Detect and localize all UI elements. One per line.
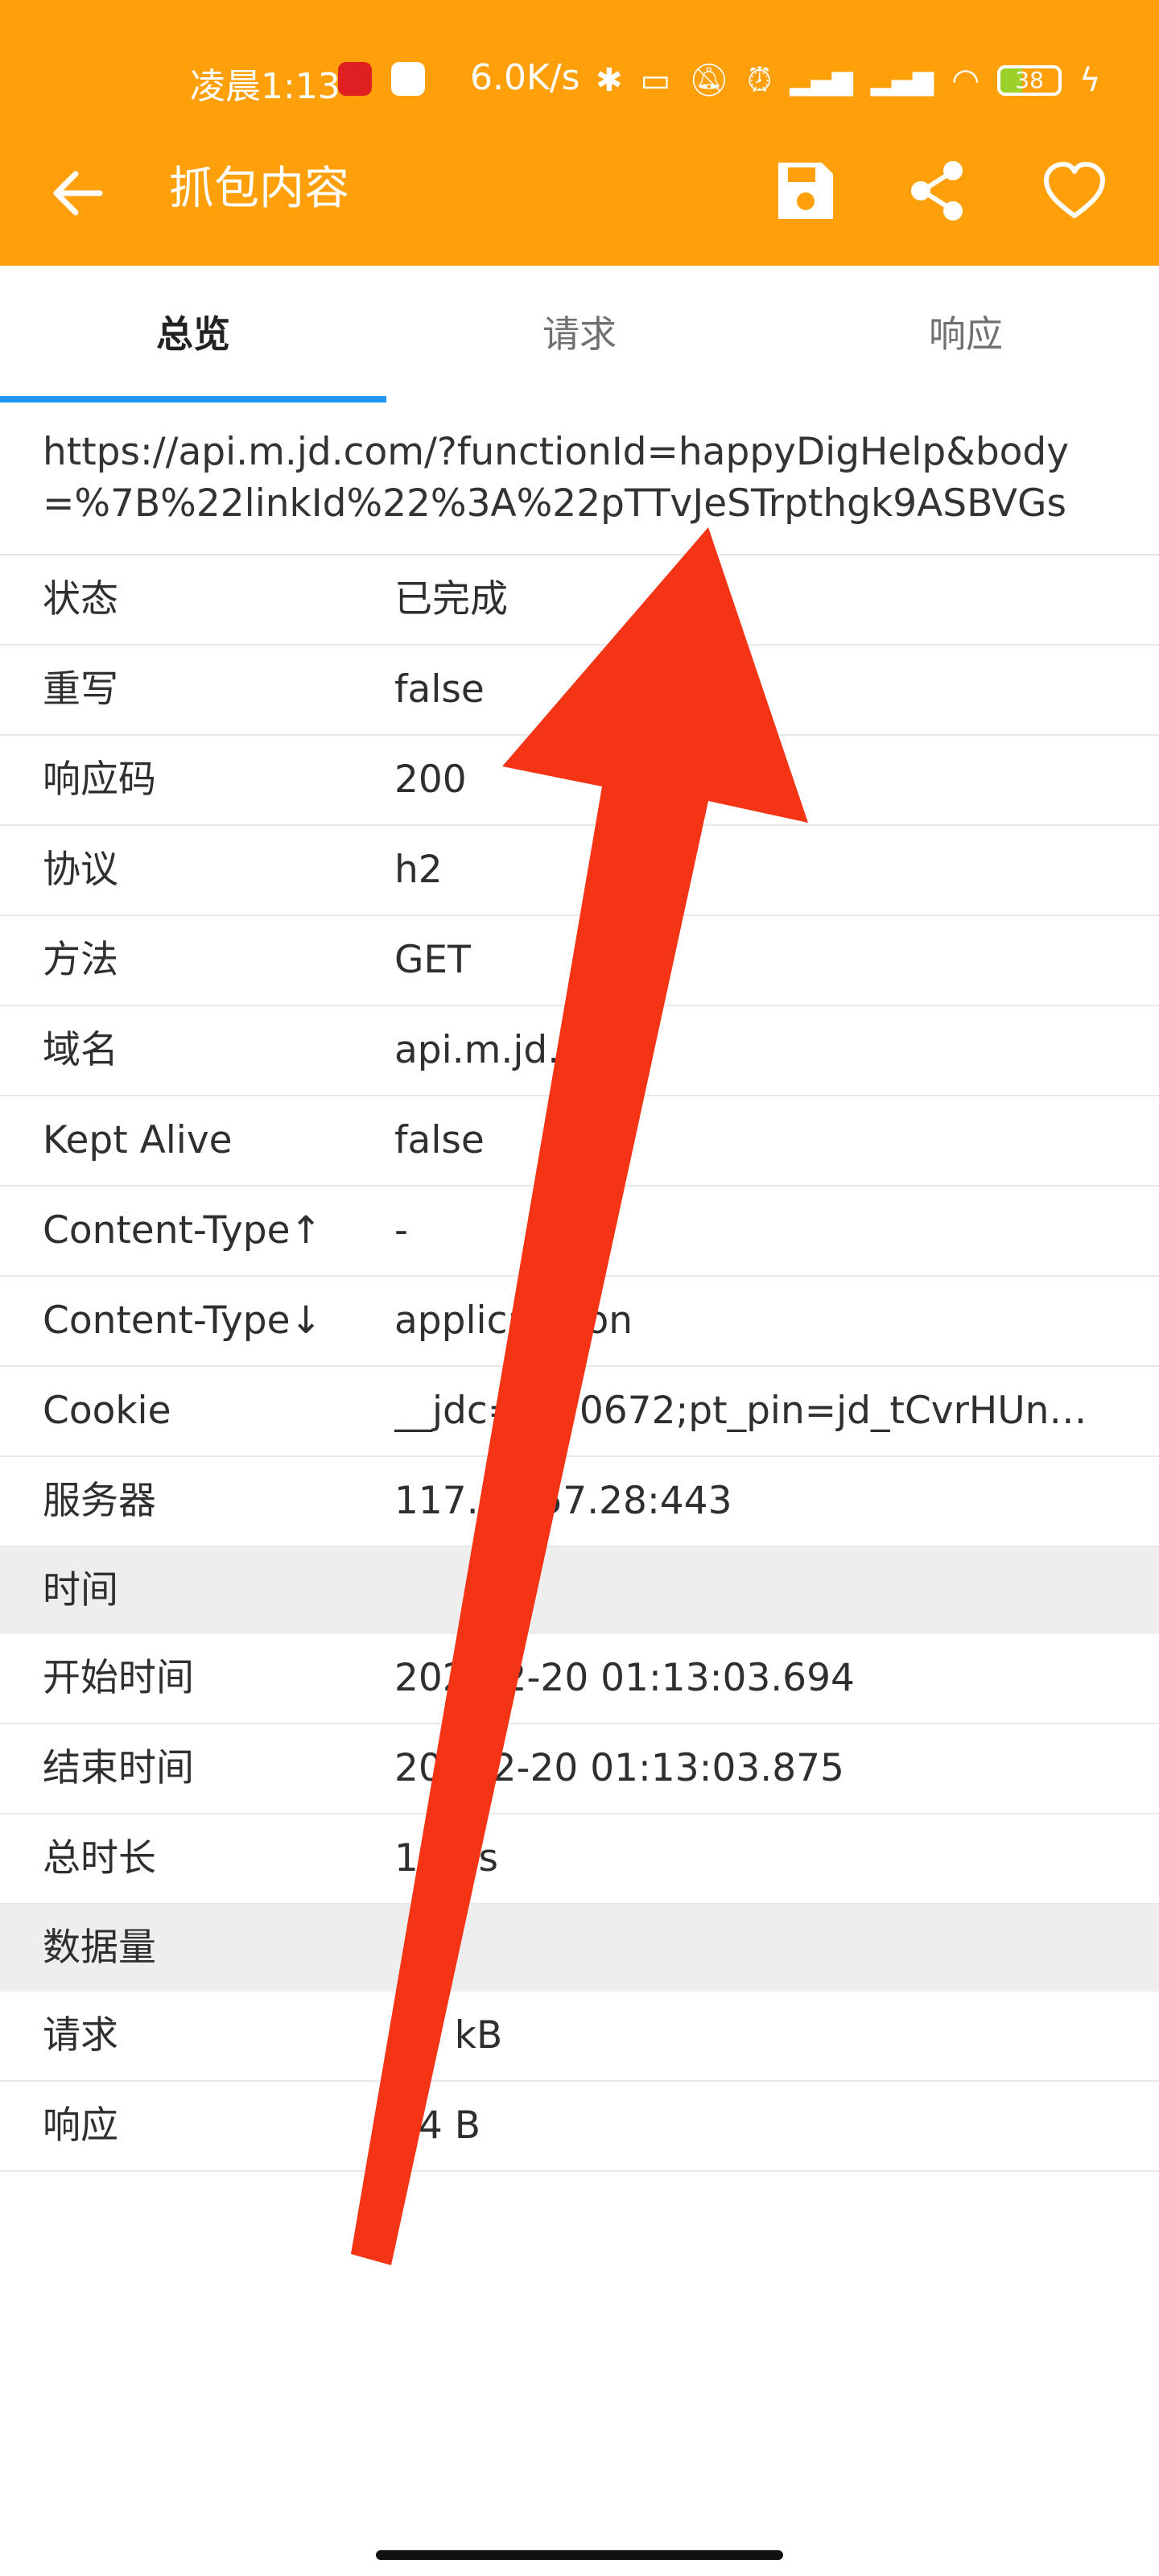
share-icon bbox=[911, 161, 963, 221]
row-value: 34 B bbox=[394, 2103, 481, 2148]
tab-overview[interactable]: 总览 bbox=[0, 266, 386, 402]
page-title: 抓包内容 bbox=[169, 163, 349, 215]
bluetooth-icon: ✱ bbox=[596, 62, 623, 99]
row-key: 结束时间 bbox=[43, 1746, 194, 1790]
row-rewrite[interactable]: 重写 false bbox=[0, 646, 1159, 736]
row-key: 重写 bbox=[43, 667, 118, 712]
row-value: __jdc= 270672;pt_pin=jd_tCvrHUn… bbox=[394, 1389, 1087, 1433]
row-key: Content-Type↑ bbox=[43, 1208, 322, 1253]
row-value: 117.15 57.28:443 bbox=[394, 1479, 732, 1523]
section-title: 数据量 bbox=[43, 1926, 156, 1970]
row-response-size[interactable]: 响应 34 B bbox=[0, 2082, 1159, 2172]
row-value: 200 bbox=[394, 758, 467, 802]
alarm-icon: ⏰︎ bbox=[747, 62, 773, 99]
heart-icon bbox=[1044, 162, 1105, 218]
favorite-button[interactable] bbox=[1038, 155, 1111, 227]
status-time: 凌晨1:13 bbox=[190, 66, 340, 107]
toolbar: 抓包内容 bbox=[0, 137, 1159, 242]
row-value: 06 kB bbox=[394, 2013, 503, 2058]
row-start-time[interactable]: 开始时间 202 02-20 01:13:03.694 bbox=[0, 1634, 1159, 1724]
section-title: 时间 bbox=[43, 1568, 118, 1612]
row-content-type-request[interactable]: Content-Type↑ - bbox=[0, 1187, 1159, 1277]
row-end-time[interactable]: 结束时间 20 -02-20 01:13:03.875 bbox=[0, 1724, 1159, 1814]
row-value: 202 02-20 01:13:03.694 bbox=[394, 1656, 855, 1700]
row-response-code[interactable]: 响应码 200 bbox=[0, 736, 1159, 826]
status-icons: ✱ ▭ 🔕︎ ⏰︎ ▂▄▆ ▂▄▆ ◠ 38 ϟ bbox=[596, 60, 1101, 101]
signal-hd-2-icon: ▂▄▆ bbox=[870, 64, 934, 97]
save-icon bbox=[778, 163, 833, 219]
row-key: 协议 bbox=[43, 848, 118, 892]
row-key: Content-Type↓ bbox=[43, 1298, 322, 1343]
row-key: 总时长 bbox=[43, 1836, 156, 1880]
row-key: 请求 bbox=[43, 2013, 118, 2058]
row-kept-alive[interactable]: Kept Alive false bbox=[0, 1096, 1159, 1187]
share-button[interactable] bbox=[901, 155, 974, 227]
row-value: GET bbox=[394, 938, 471, 982]
app-bar: 凌晨1:13 6.0K/s ✱ ▭ 🔕︎ ⏰︎ ▂▄▆ ▂▄▆ ◠ 38 ϟ 抓… bbox=[0, 0, 1159, 266]
battery-level: 38 bbox=[1015, 67, 1044, 93]
row-content-type-response[interactable]: Content-Type↓ applica /json bbox=[0, 1277, 1159, 1367]
network-speed: 6.0K/s bbox=[470, 57, 580, 98]
row-key: 方法 bbox=[43, 938, 118, 982]
row-protocol[interactable]: 协议 h2 bbox=[0, 826, 1159, 916]
section-header-data-size: 数据量 bbox=[0, 1905, 1159, 1992]
status-bar: 凌晨1:13 6.0K/s ✱ ▭ 🔕︎ ⏰︎ ▂▄▆ ▂▄▆ ◠ 38 ϟ bbox=[0, 44, 1159, 117]
save-button[interactable] bbox=[769, 155, 841, 227]
row-value: - bbox=[394, 1208, 408, 1253]
row-value: 已完成 bbox=[394, 577, 508, 621]
row-key: 状态 bbox=[43, 577, 118, 621]
row-key: Cookie bbox=[43, 1389, 171, 1433]
tab-request[interactable]: 请求 bbox=[386, 266, 773, 402]
vibrate-icon: ▭ bbox=[640, 62, 671, 99]
netease-music-icon bbox=[338, 62, 372, 96]
tab-indicator bbox=[0, 396, 386, 402]
request-url[interactable]: https://api.m.jd.com/?functionId=happyDi… bbox=[43, 427, 1121, 530]
row-key: 域名 bbox=[43, 1028, 118, 1072]
section-header-time: 时间 bbox=[0, 1547, 1159, 1634]
row-key: 开始时间 bbox=[43, 1656, 194, 1700]
row-cookie[interactable]: Cookie __jdc= 270672;pt_pin=jd_tCvrHUn… bbox=[0, 1367, 1159, 1457]
signal-hd-1-icon: ▂▄▆ bbox=[790, 64, 853, 97]
row-value: h2 bbox=[394, 848, 443, 892]
charging-icon: ϟ bbox=[1079, 62, 1101, 99]
row-request-size[interactable]: 请求 06 kB bbox=[0, 1992, 1159, 2082]
row-value: api.m.jd.c bbox=[394, 1028, 581, 1072]
row-value: false bbox=[394, 1118, 485, 1162]
row-domain[interactable]: 域名 api.m.jd.c bbox=[0, 1006, 1159, 1096]
row-key: Kept Alive bbox=[43, 1118, 233, 1162]
row-value: applica /json bbox=[394, 1298, 633, 1343]
battery-icon: 38 bbox=[997, 65, 1062, 96]
mute-icon: 🔕︎ bbox=[688, 62, 730, 99]
row-method[interactable]: 方法 GET bbox=[0, 916, 1159, 1006]
row-server[interactable]: 服务器 117.15 57.28:443 bbox=[0, 1457, 1159, 1547]
row-value: 18 ns bbox=[394, 1836, 499, 1880]
wifi-icon: ◠ bbox=[951, 62, 980, 99]
row-value: 20 -02-20 01:13:03.875 bbox=[394, 1746, 844, 1790]
row-value: false bbox=[394, 667, 485, 712]
row-key: 响应码 bbox=[43, 758, 156, 802]
row-duration[interactable]: 总时长 18 ns bbox=[0, 1814, 1159, 1905]
home-indicator[interactable] bbox=[376, 2550, 783, 2560]
chat-app-icon bbox=[391, 62, 425, 96]
tab-response[interactable]: 响应 bbox=[773, 266, 1159, 402]
row-key: 服务器 bbox=[43, 1479, 156, 1523]
back-button[interactable] bbox=[48, 161, 113, 225]
tab-bar: 总览 请求 响应 bbox=[0, 266, 1159, 402]
arrow-back-icon bbox=[53, 171, 103, 216]
row-key: 响应 bbox=[43, 2103, 118, 2148]
row-status[interactable]: 状态 已完成 bbox=[0, 555, 1159, 646]
